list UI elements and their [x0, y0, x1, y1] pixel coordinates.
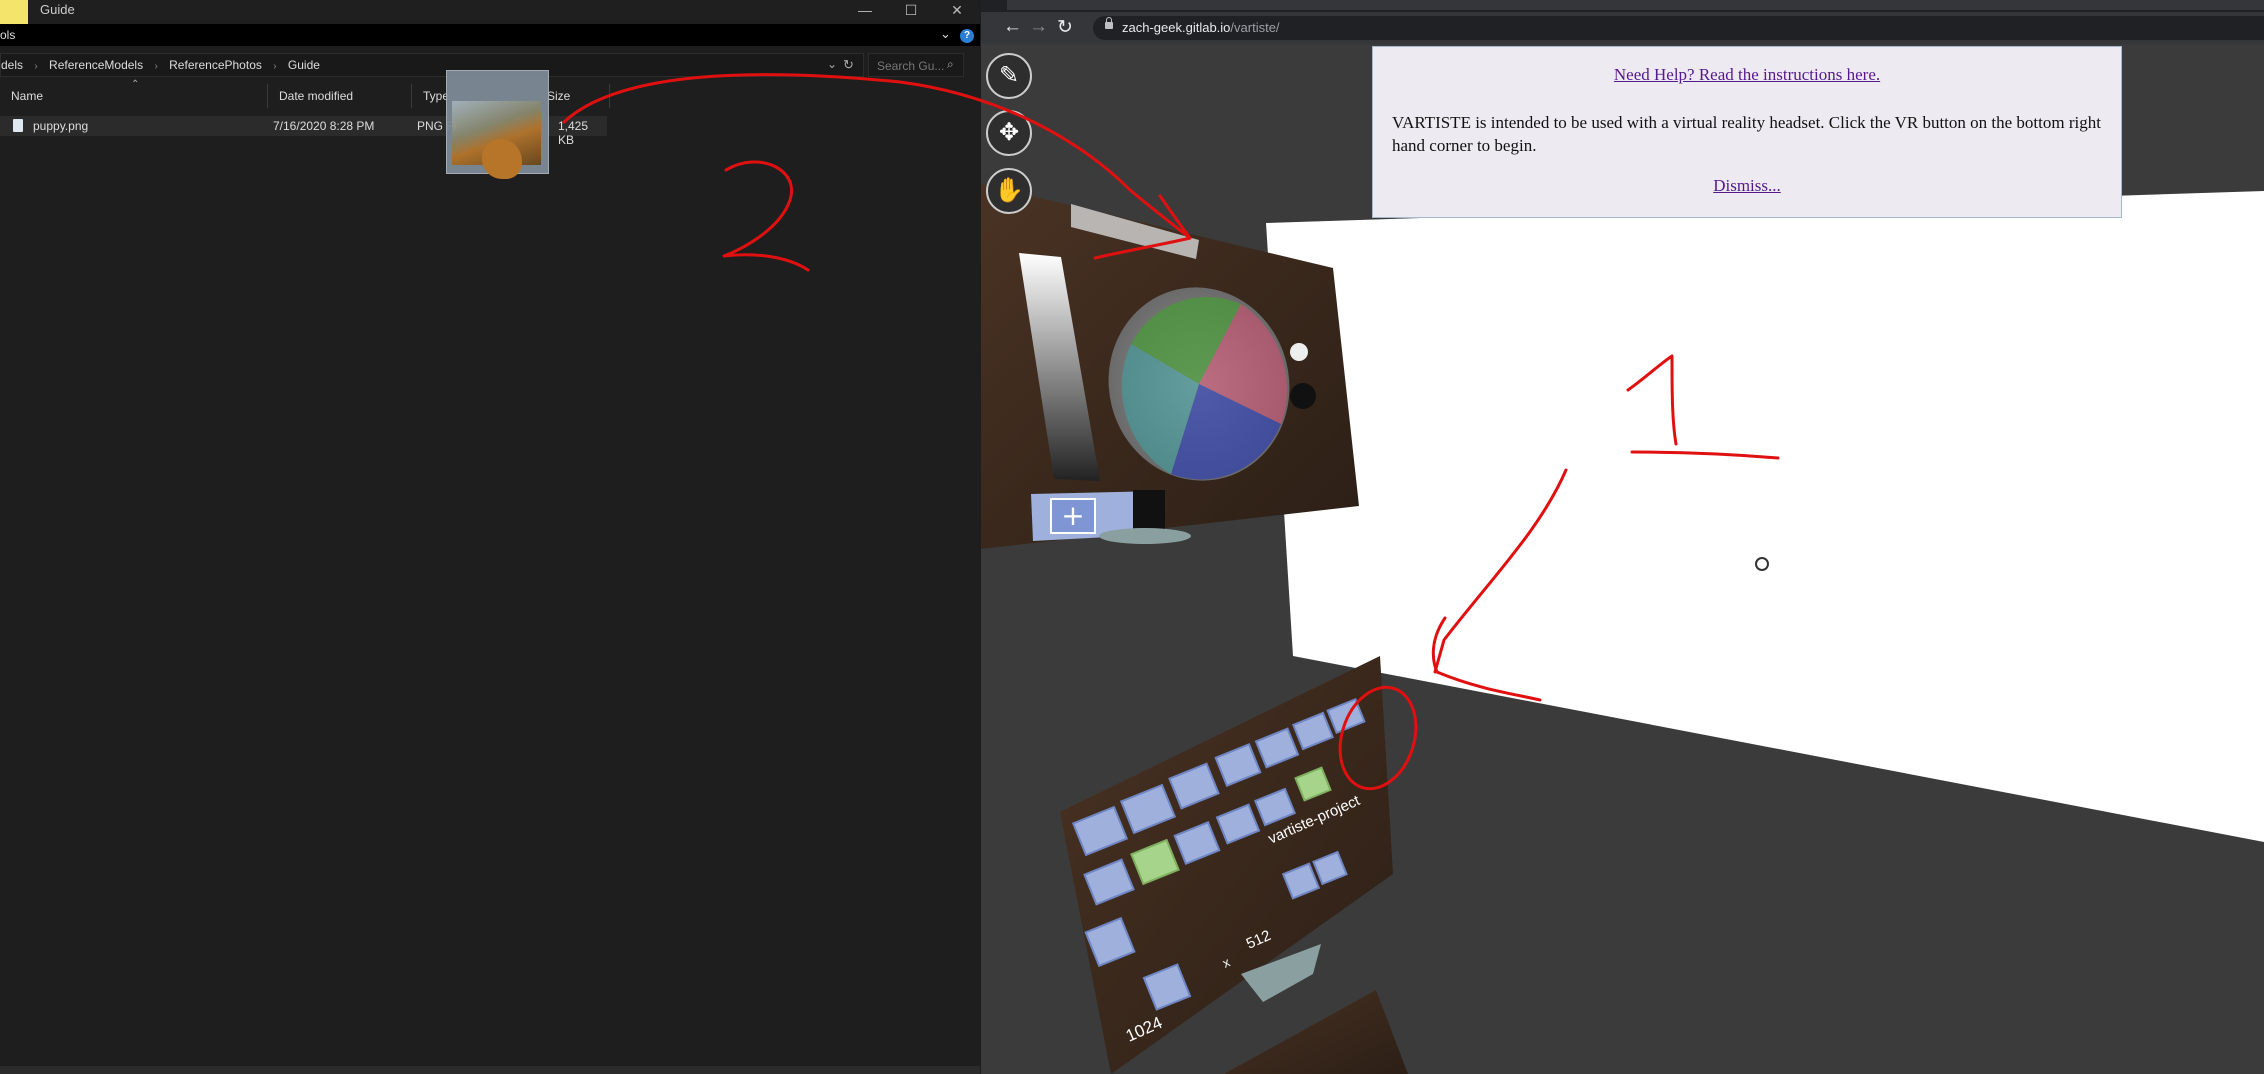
puppy-photo — [452, 101, 541, 179]
help-icon[interactable]: ? — [960, 29, 974, 43]
ribbon-expand-icon[interactable]: ⌄ — [940, 26, 951, 42]
help-link[interactable]: Need Help? Read the instructions here. — [1373, 65, 2121, 85]
intro-text: VARTISTE is intended to be used with a v… — [1392, 113, 2101, 155]
image-file-icon — [13, 119, 23, 132]
column-header-name[interactable]: Name — [0, 84, 268, 108]
lower-panel — [1224, 990, 1408, 1074]
breadcrumb-item[interactable]: Guide — [288, 58, 320, 72]
breadcrumb-item[interactable]: ReferencePhotos — [169, 58, 262, 72]
breadcrumb: dels › ReferenceModels › ReferencePhotos… — [1, 58, 320, 72]
vartiste-3d-scene[interactable]: + vartiste-project 1024 x 512 ✎ ✥ ✋ Need… — [981, 44, 2264, 1074]
panel-handle — [1099, 528, 1191, 544]
url-path: /vartiste/ — [1230, 20, 1280, 35]
url-text: zach-geek.gitlab.io/vartiste/ — [1122, 20, 1280, 35]
browser-tab[interactable] — [1007, 0, 2264, 10]
file-date: 7/16/2020 8:28 PM — [273, 119, 375, 133]
ribbon-tools-tab[interactable]: ols — [0, 28, 15, 42]
browser-window: ← → ↻ zach-geek.gitlab.io/vartiste/ + va… — [981, 0, 2264, 1074]
breadcrumb-separator-icon: › — [154, 61, 158, 72]
breadcrumb-item[interactable]: ReferenceModels — [49, 58, 143, 72]
file-size: 1,425 KB — [558, 119, 589, 147]
drag-preview-thumbnail — [446, 70, 549, 179]
tab-strip — [981, 0, 2264, 12]
maximize-button[interactable]: ☐ — [888, 0, 934, 22]
reload-icon[interactable]: ↻ — [1057, 16, 1073, 39]
dismiss-link[interactable]: Dismiss... — [1373, 176, 2121, 196]
back-icon[interactable]: ← — [1003, 16, 1022, 38]
close-button[interactable]: ✕ — [934, 0, 980, 22]
url-host: zach-geek.gitlab.io — [1122, 20, 1231, 35]
intro-notice: Need Help? Read the instructions here. V… — [1372, 46, 2122, 218]
explorer-titlebar: Guide — ☐ ✕ — [0, 0, 980, 26]
explorer-title: Guide — [40, 2, 75, 17]
breadcrumb-item[interactable]: dels — [1, 58, 23, 72]
refresh-icon[interactable]: ↻ — [843, 57, 854, 73]
white-swatch — [1290, 343, 1308, 361]
column-header-date[interactable]: Date modified — [268, 84, 412, 108]
pencil-icon[interactable]: ✎ — [986, 53, 1032, 99]
url-bar[interactable]: zach-geek.gitlab.io/vartiste/ — [1093, 16, 2264, 40]
file-name: puppy.png — [33, 119, 89, 133]
svg-text:+: + — [1061, 499, 1084, 532]
address-bar[interactable]: dels › ReferenceModels › ReferencePhotos… — [0, 53, 864, 77]
search-input[interactable]: Search Gu... ⌕ — [868, 53, 964, 77]
file-explorer-window: Guide — ☐ ✕ ols ⌄ ? dels › ReferenceMode… — [0, 0, 980, 1074]
address-dropdown-icon[interactable]: ⌄ — [827, 57, 837, 71]
black-swatch — [1290, 383, 1316, 409]
breadcrumb-separator-icon: › — [273, 61, 277, 72]
breadcrumb-separator-icon: › — [34, 61, 38, 72]
search-icon: ⌕ — [947, 57, 954, 71]
canvas-cursor — [1755, 557, 1769, 571]
browser-toolbar: ← → ↻ zach-geek.gitlab.io/vartiste/ — [981, 12, 2264, 44]
minimize-button[interactable]: — — [842, 0, 888, 22]
folder-icon — [0, 0, 28, 26]
hand-icon[interactable]: ✋ — [986, 168, 1032, 214]
move-icon[interactable]: ✥ — [986, 110, 1032, 156]
lock-icon — [1105, 17, 1113, 29]
color-picker-panel[interactable]: + — [981, 184, 1359, 549]
status-bar — [0, 1066, 980, 1074]
search-placeholder: Search Gu... — [877, 59, 945, 73]
forward-icon[interactable]: → — [1029, 16, 1048, 38]
explorer-ribbon: ols ⌄ ? — [0, 24, 980, 46]
